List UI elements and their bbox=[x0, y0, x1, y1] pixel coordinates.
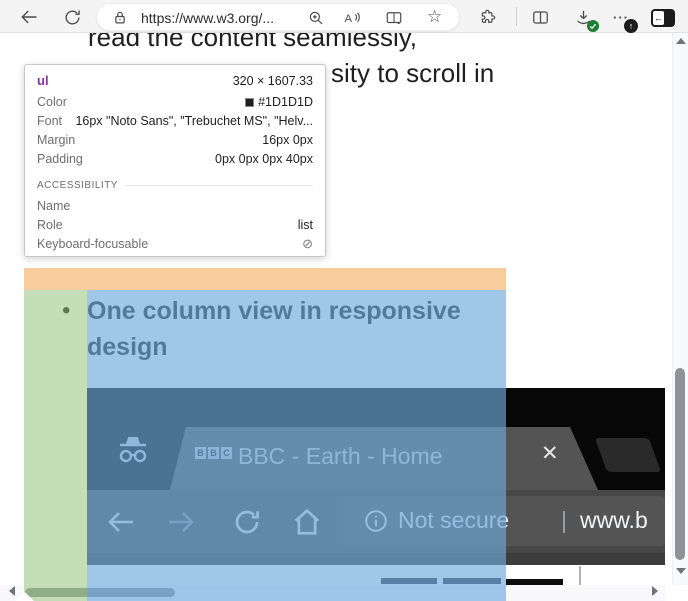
settings-more-icon[interactable]: ··· ↑ bbox=[608, 4, 634, 30]
tooltip-row-label: Font bbox=[37, 114, 62, 128]
bbc-logo: B B C bbox=[195, 447, 232, 459]
url-separator: | bbox=[561, 507, 567, 534]
mobile-back-icon bbox=[106, 509, 136, 540]
mobile-background-tab bbox=[595, 438, 661, 472]
favorite-star-icon[interactable]: ☆ bbox=[427, 7, 442, 27]
lock-icon[interactable] bbox=[111, 9, 129, 32]
horizontal-scrollbar-thumb[interactable] bbox=[25, 588, 175, 597]
url-text: https://www.w3.org/... bbox=[141, 10, 274, 26]
screenshot-bottom-band bbox=[87, 553, 665, 565]
mobile-tab-title: BBC - Earth - Home bbox=[238, 443, 443, 470]
not-secure-label: Not secure bbox=[398, 507, 509, 534]
split-screen-icon[interactable] bbox=[527, 4, 553, 30]
tooltip-row-label: Keyboard-focusable bbox=[37, 237, 148, 251]
update-available-badge: ↑ bbox=[624, 19, 638, 33]
tooltip-row-label: Margin bbox=[37, 133, 75, 147]
tooltip-row-label: Role bbox=[37, 218, 63, 232]
blocked-icon: ⊘ bbox=[302, 236, 313, 252]
incognito-icon bbox=[113, 430, 153, 473]
tooltip-dimensions: 320 × 1607.33 bbox=[233, 74, 313, 88]
tooltip-section-title: ACCESSIBILITY bbox=[37, 180, 118, 191]
scroll-left-arrow[interactable] bbox=[9, 586, 15, 596]
browser-toolbar: https://www.w3.org/... A ☆ ··· bbox=[0, 0, 688, 33]
tooltip-row-value: 0px 0px 0px 40px bbox=[215, 152, 313, 166]
mobile-tab-shape bbox=[87, 388, 665, 490]
downloads-icon[interactable] bbox=[570, 4, 596, 30]
reader-mode-icon[interactable] bbox=[385, 9, 403, 32]
mobile-url-bar: Not secure | www.b bbox=[343, 496, 665, 546]
tooltip-row-value: list bbox=[298, 218, 313, 232]
browser-window: read the content seamlessly, sity to scr… bbox=[0, 0, 688, 601]
inspect-tooltip: ul 320 × 1607.33 Color #1D1D1D Font 16px… bbox=[24, 64, 326, 257]
scroll-right-arrow[interactable] bbox=[652, 586, 658, 596]
tooltip-row-value: 16px 0px bbox=[262, 133, 313, 147]
list-bullet: • bbox=[62, 297, 70, 325]
svg-text:A: A bbox=[345, 13, 353, 25]
mobile-refresh-icon bbox=[232, 507, 262, 542]
list-item-heading: One column view in responsive design bbox=[87, 293, 527, 365]
read-aloud-icon[interactable]: A bbox=[343, 9, 361, 32]
info-icon bbox=[363, 508, 389, 539]
bbc-logo-block: C bbox=[221, 447, 232, 459]
back-button[interactable] bbox=[16, 4, 42, 30]
toolbar-divider bbox=[516, 7, 517, 26]
mobile-toolbar: Not secure | www.b bbox=[87, 490, 665, 553]
bbc-logo-block: B bbox=[208, 447, 219, 459]
tooltip-row-value: #1D1D1D bbox=[245, 95, 313, 109]
embedded-screenshot-image: B B C BBC - Earth - Home ✕ N bbox=[87, 388, 665, 565]
mobile-tab-close-icon: ✕ bbox=[541, 441, 559, 466]
extensions-icon[interactable] bbox=[474, 4, 500, 30]
scroll-up-arrow[interactable] bbox=[676, 38, 686, 44]
scroll-down-arrow[interactable] bbox=[676, 568, 686, 574]
content-fragment-dash bbox=[443, 578, 501, 584]
color-swatch bbox=[245, 98, 254, 107]
zoom-icon[interactable] bbox=[307, 9, 325, 32]
download-complete-badge bbox=[587, 20, 599, 32]
address-bar[interactable]: https://www.w3.org/... A ☆ bbox=[96, 3, 460, 31]
bbc-logo-block: B bbox=[195, 447, 206, 459]
tooltip-row-value: 16px "Noto Sans", "Trebuchet MS", "Helv.… bbox=[75, 114, 313, 128]
tooltip-row-label: Name bbox=[37, 199, 70, 213]
tooltip-row-label: Color bbox=[37, 95, 67, 109]
highlight-margin-overlay bbox=[24, 268, 506, 290]
mobile-home-icon bbox=[292, 507, 322, 542]
page-text-line2: sity to scroll in bbox=[331, 58, 494, 89]
vertical-scrollbar-thumb[interactable] bbox=[675, 368, 685, 560]
refresh-button[interactable] bbox=[59, 4, 85, 30]
highlight-padding-overlay bbox=[24, 290, 87, 601]
sidebar-panel-icon[interactable]: ← bbox=[650, 5, 676, 31]
mobile-url-text: www.b bbox=[580, 507, 648, 534]
mobile-forward-icon bbox=[166, 509, 196, 540]
tooltip-row-label: Padding bbox=[37, 152, 83, 166]
content-fragment-dash bbox=[381, 578, 437, 584]
tooltip-element-tag: ul bbox=[37, 73, 49, 88]
